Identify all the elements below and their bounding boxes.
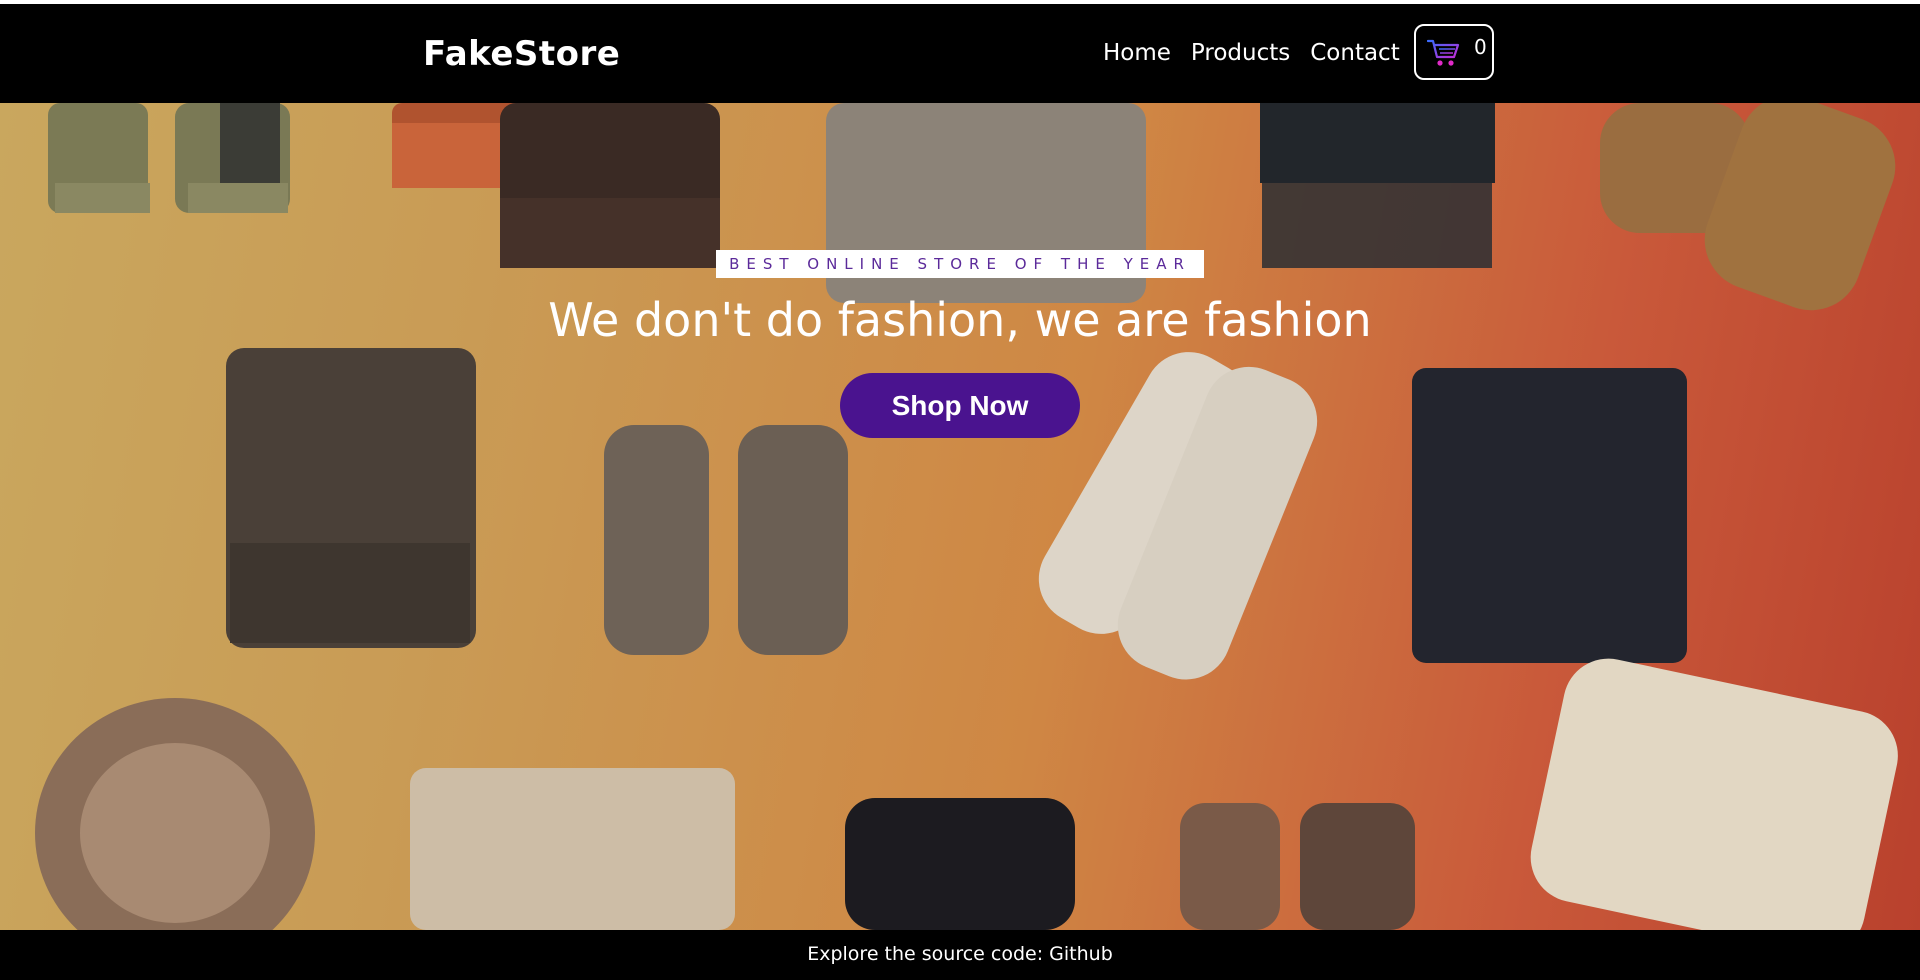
olive-gloves-image xyxy=(48,103,290,213)
hero-tagline: BEST ONLINE STORE OF THE YEAR xyxy=(716,250,1204,278)
navy-neck-warmer-image xyxy=(1412,368,1687,663)
plaid-scarf-image xyxy=(35,698,315,930)
hero-headline: We don't do fashion, we are fashion xyxy=(548,293,1372,347)
nav-home-link[interactable]: Home xyxy=(1103,40,1171,66)
navbar: FakeStore Home Products Contact 0 xyxy=(0,4,1920,103)
dark-scarf-image xyxy=(1260,103,1495,268)
brown-scarf-image xyxy=(226,348,476,648)
beanie-hats-image xyxy=(392,103,720,268)
github-link[interactable]: Github xyxy=(1049,943,1113,965)
hero-banner: BEST ONLINE STORE OF THE YEAR We don't d… xyxy=(0,103,1920,930)
brand-logo[interactable]: FakeStore xyxy=(423,34,620,74)
hero-background-image xyxy=(35,103,1898,930)
shopping-cart-icon xyxy=(1427,39,1460,66)
nav-links: Home Products Contact xyxy=(1103,40,1400,66)
footer-text: Explore the source code: xyxy=(807,943,1050,965)
nav-products-link[interactable]: Products xyxy=(1191,40,1290,66)
leather-gloves-image xyxy=(1180,803,1415,930)
footer: Explore the source code: Github xyxy=(0,930,1920,980)
cart-button[interactable]: 0 xyxy=(1414,24,1494,80)
black-knit-snood-image xyxy=(845,798,1075,930)
grey-gloves-image xyxy=(604,425,848,655)
nav-contact-link[interactable]: Contact xyxy=(1310,40,1399,66)
brown-socks-image xyxy=(1600,103,1896,311)
cart-count-badge: 0 xyxy=(1474,35,1487,59)
beige-fleece-snood-image xyxy=(410,768,735,930)
shop-now-button[interactable]: Shop Now xyxy=(840,373,1080,438)
cream-fleece-blanket-image xyxy=(1530,658,1898,930)
